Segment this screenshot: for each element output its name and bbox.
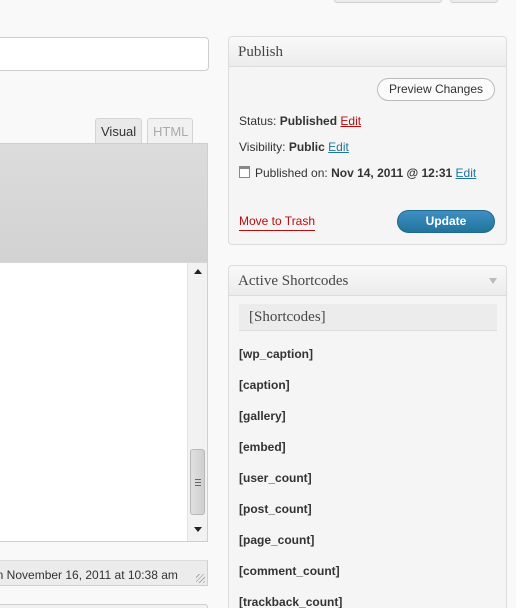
move-to-trash-link[interactable]: Move to Trash xyxy=(239,214,316,231)
published-on-value: Nov 14, 2011 @ 12:31 xyxy=(331,166,453,180)
shortcodes-title-text: Active Shortcodes xyxy=(238,273,349,289)
scroll-down-icon[interactable] xyxy=(194,527,202,532)
status-value: Published xyxy=(279,114,338,128)
shortcode-item: [trackback_count] xyxy=(239,595,343,608)
shortcodes-header: [Shortcodes] xyxy=(239,304,497,331)
status-label: Status: xyxy=(239,114,277,128)
published-on-edit-link[interactable]: Edit xyxy=(456,166,477,180)
editor-scrollbar[interactable] xyxy=(187,263,207,541)
scroll-up-icon[interactable] xyxy=(194,269,202,274)
grip-line xyxy=(195,482,201,483)
shortcode-item: [comment_count] xyxy=(239,564,340,578)
shortcode-item: [caption] xyxy=(239,378,290,392)
shortcode-item: [post_count] xyxy=(239,502,312,516)
status-row: Status: Published Edit xyxy=(239,114,361,128)
top-button-stub[interactable] xyxy=(334,0,442,3)
last-edited-text: on November 16, 2011 at 10:38 am xyxy=(0,568,178,582)
status-edit-link[interactable]: Edit xyxy=(340,114,361,128)
shortcode-item: [user_count] xyxy=(239,471,312,485)
shortcode-item: [page_count] xyxy=(239,533,315,547)
shortcode-item: [embed] xyxy=(239,440,286,454)
grip-line xyxy=(195,479,201,480)
published-on-label: Published on: xyxy=(255,166,328,180)
visibility-label: Visibility: xyxy=(239,140,286,154)
shortcodes-box-title[interactable]: Active Shortcodes xyxy=(229,266,506,296)
top-button-stub-2[interactable] xyxy=(450,0,498,3)
scroll-thumb[interactable] xyxy=(190,449,205,515)
grip-line xyxy=(195,485,201,486)
tab-html[interactable]: HTML xyxy=(147,118,193,144)
shortcode-item: [wp_caption] xyxy=(239,347,313,361)
publish-box-title[interactable]: Publish xyxy=(229,37,506,67)
editor-status-bar: on November 16, 2011 at 10:38 am xyxy=(0,560,208,586)
preview-changes-button[interactable]: Preview Changes xyxy=(376,78,495,101)
editor-content-area[interactable] xyxy=(0,262,208,542)
resize-grip-icon[interactable] xyxy=(196,574,205,583)
visibility-edit-link[interactable]: Edit xyxy=(328,140,349,154)
publish-box: Publish Preview Changes Status: Publishe… xyxy=(228,36,507,245)
bottom-panel-edge xyxy=(0,604,208,608)
post-title-input[interactable] xyxy=(0,37,209,71)
shortcode-item: [gallery] xyxy=(239,409,286,423)
visibility-value: Public xyxy=(288,140,325,154)
collapse-arrow-icon[interactable] xyxy=(489,278,497,284)
editor-toolbar xyxy=(0,143,208,263)
tab-visual[interactable]: Visual xyxy=(95,118,142,144)
calendar-icon xyxy=(239,166,250,178)
published-on-row: Published on: Nov 14, 2011 @ 12:31 Edit xyxy=(239,166,476,180)
shortcodes-list: [wp_caption] [caption] [gallery] [embed]… xyxy=(239,347,342,608)
visibility-row: Visibility: Public Edit xyxy=(239,140,349,154)
active-shortcodes-box: Active Shortcodes [Shortcodes] [wp_capti… xyxy=(228,265,507,608)
update-button[interactable]: Update xyxy=(397,210,495,233)
